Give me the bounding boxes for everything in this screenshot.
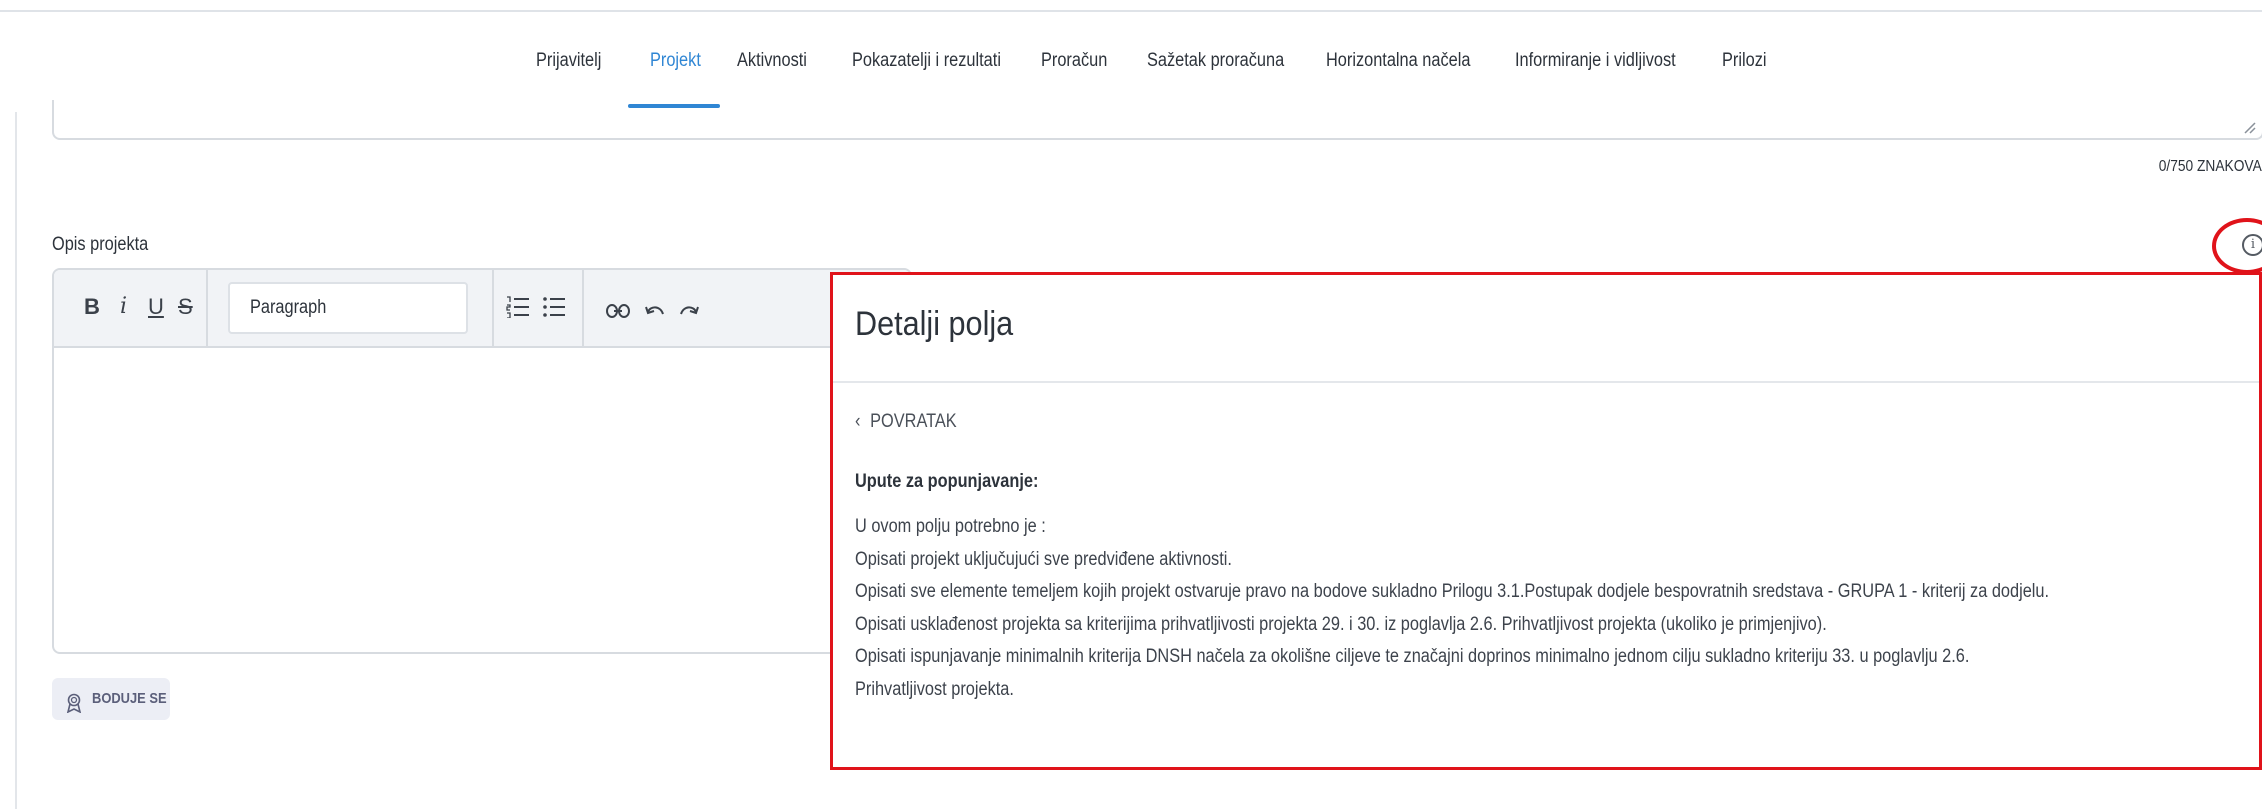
rich-text-editor: B i U S Paragraph (52, 268, 912, 654)
details-panel-title: Detalji polja (855, 305, 1014, 343)
undo-icon[interactable] (644, 298, 666, 328)
score-badge: BODUJE SE (52, 678, 170, 720)
paragraph-format-select[interactable]: Paragraph (228, 282, 468, 334)
instruction-line: U ovom polju potrebno je : (855, 516, 1046, 537)
link-icon[interactable] (606, 298, 630, 328)
top-divider (0, 10, 2262, 12)
resize-handle-icon[interactable] (2242, 120, 2256, 134)
char-counter: 0/750 ZNAKOVA (2159, 158, 2262, 175)
bullet-list-icon[interactable] (542, 296, 566, 326)
field-label-opis-projekta: Opis projekta (52, 234, 149, 255)
bold-button[interactable]: B (84, 292, 100, 322)
back-link[interactable]: ‹ POVRATAK (855, 411, 957, 433)
instruction-line: Opisati ispunjavanje minimalnih kriterij… (855, 646, 1970, 667)
chevron-left-icon: ‹ (855, 411, 861, 432)
toolbar-separator (582, 270, 584, 348)
instruction-line: Opisati usklađenost projekta sa kriterij… (855, 613, 1827, 635)
italic-button[interactable]: i (120, 292, 127, 322)
instruction-line: Opisati sve elemente temeljem kojih proj… (855, 581, 2050, 602)
instruction-line: Opisati projekt uključujući sve predviđe… (855, 548, 1232, 570)
left-border (15, 112, 17, 809)
instructions-list: U ovom polju potrebno je : Opisati proje… (855, 511, 2262, 706)
previous-textarea[interactable] (52, 100, 2262, 140)
ordered-list-icon[interactable] (506, 296, 530, 326)
back-link-label: POVRATAK (870, 411, 957, 432)
toolbar-separator (206, 270, 208, 348)
instruction-line: Prihvatljivost projekta. (855, 678, 1014, 700)
editor-toolbar: B i U S Paragraph (54, 270, 910, 348)
toolbar-separator (492, 270, 494, 348)
award-icon (64, 688, 84, 714)
strikethrough-button[interactable]: S (178, 292, 193, 322)
info-icon[interactable]: i (2242, 234, 2262, 256)
score-badge-label: BODUJE SE (92, 690, 167, 707)
editor-content-area[interactable] (54, 350, 910, 652)
redo-icon[interactable] (678, 298, 700, 328)
details-divider (833, 381, 2259, 383)
field-details-panel: Detalji polja ‹ POVRATAK Upute za popunj… (830, 272, 2262, 770)
underline-button[interactable]: U (148, 292, 164, 322)
instructions-heading: Upute za popunjavanje: (855, 471, 1039, 492)
